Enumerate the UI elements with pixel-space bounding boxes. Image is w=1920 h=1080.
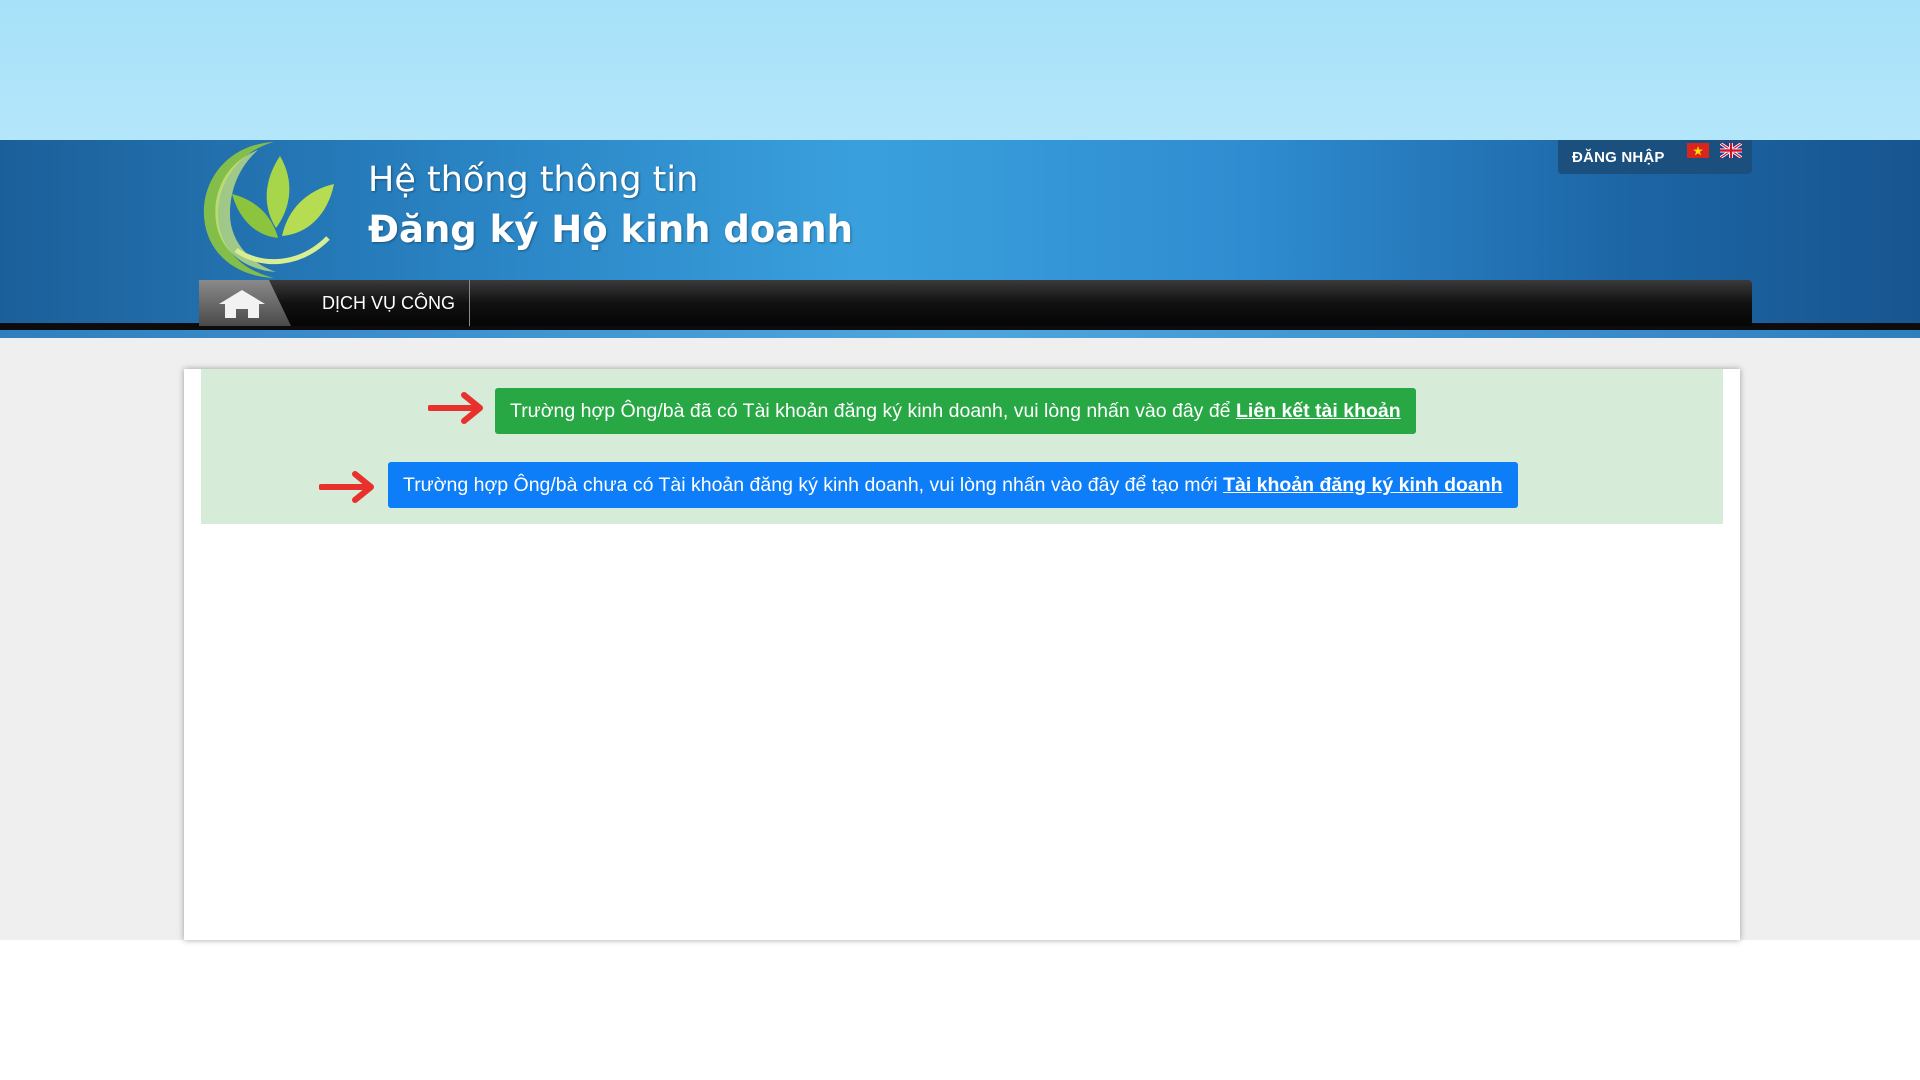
top-banner-background <box>0 0 1920 140</box>
main-navbar: DỊCH VỤ CÔNG <box>199 280 1752 326</box>
red-arrow-right-icon <box>319 471 374 503</box>
login-link[interactable]: ĐĂNG NHẬP <box>1572 149 1665 166</box>
create-account-link[interactable]: Tài khoản đăng ký kinh doanh <box>1223 474 1503 496</box>
home-icon[interactable] <box>199 280 291 326</box>
header-accent-strip <box>0 330 1920 338</box>
link-account-link[interactable]: Liên kết tài khoản <box>1236 400 1401 422</box>
site-title-line2: Đăng ký Hộ kinh doanh <box>368 208 853 251</box>
red-arrow-right-icon <box>428 392 483 424</box>
site-title: Hệ thống thông tin Đăng ký Hộ kinh doanh <box>368 156 853 256</box>
create-account-text: Trường hợp Ông/bà chưa có Tài khoản đăng… <box>403 474 1224 496</box>
uk-flag-icon[interactable] <box>1720 143 1742 158</box>
link-account-button[interactable]: Trường hợp Ông/bà đã có Tài khoản đăng k… <box>495 388 1416 434</box>
link-account-text: Trường hợp Ông/bà đã có Tài khoản đăng k… <box>510 400 1236 422</box>
site-title-line1: Hệ thống thông tin <box>368 160 699 200</box>
create-account-button[interactable]: Trường hợp Ông/bà chưa có Tài khoản đăng… <box>388 462 1518 508</box>
nav-item-dich-vu-cong[interactable]: DỊCH VỤ CÔNG <box>322 280 471 326</box>
logo-leaf-icon <box>203 142 334 278</box>
vietnam-flag-icon[interactable] <box>1687 143 1709 158</box>
